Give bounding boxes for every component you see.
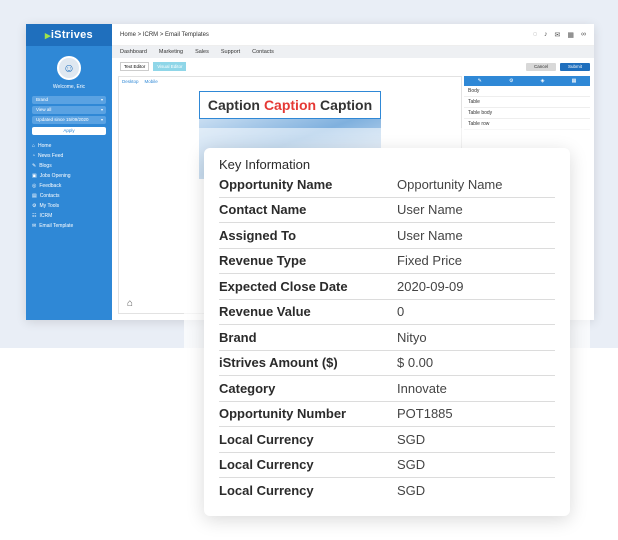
cancel-button[interactable]: Cancel [526,63,556,71]
calendar-icon[interactable]: ▦ [567,31,574,39]
nav-item-tools[interactable]: ⚙ My Tools [26,201,112,211]
nav-item-news[interactable]: ◔ News Feed [26,151,112,161]
date-select[interactable]: Updated since 15/09/2020 [32,116,106,124]
mode-mobile[interactable]: Mobile [145,79,158,84]
briefcase-icon: ▣ [32,173,37,179]
info-value: Opportunity Name [397,176,503,192]
info-value: 2020-09-09 [397,278,464,294]
info-label: Category [219,380,276,396]
info-row: Brand Nityo [219,325,555,351]
nav-item-jobs[interactable]: ▣ Jobs Opening [26,171,112,181]
info-label: Assigned To [219,227,297,243]
menu-marketing[interactable]: Marketing [159,49,183,55]
info-label: Revenue Type [219,253,307,269]
info-label: Local Currency [219,483,314,499]
caption-heading[interactable]: Caption Caption Caption [199,91,381,119]
info-row: Contact Name User Name [219,198,555,223]
info-value: POT1885 [397,406,453,422]
mode-desktop[interactable]: Desktop [122,79,139,84]
card-title: Key Information [219,157,311,172]
contacts-icon: ▤ [32,193,37,199]
info-row: Assigned To User Name [219,223,555,249]
home-icon: ⌂ [32,143,36,149]
info-label: Revenue Value [219,304,311,320]
paint-icon[interactable]: ✎ [478,78,482,84]
info-value: Nityo [397,329,427,345]
sidebar: ▸iStrives ☺ Welcome, Eric Brand View all… [26,24,112,320]
info-value: Fixed Price [397,253,463,269]
nav-item-home[interactable]: ⌂ Home [26,141,112,151]
info-label: Brand [219,329,257,345]
info-row: Revenue Type Fixed Price [219,249,555,274]
brand-logo[interactable]: ▸ iStrives [26,24,112,46]
email-icon: ✉ [32,223,37,229]
nav-item-blogs[interactable]: ✎ Blogs [26,161,112,171]
submit-button[interactable]: Submit [560,63,590,71]
info-value: Innovate [397,380,447,396]
nav-item-email-template[interactable]: ✉ Email Template [26,221,112,231]
key-information-card: Key Information Opportunity Name Opportun… [204,148,570,516]
info-row: Local Currency SGD [219,478,555,504]
nav-item-icrm[interactable]: ☷ ICRM [26,211,112,221]
bell-icon[interactable]: ♪ [544,31,548,39]
mail-icon[interactable]: ✉ [555,31,561,39]
editor-tabs: Text Editor Visual Editor [112,61,594,71]
info-value: 0 [397,304,405,320]
brand-select[interactable]: Brand [32,96,106,104]
view-select[interactable]: View all [32,106,106,114]
info-label: Opportunity Name [219,176,333,192]
topbar: Home > ICRM > Email Templates ◌ ♪ ✉ ▦ ∞ [112,24,594,46]
info-label: Opportunity Number [219,406,347,422]
menu-dashboard[interactable]: Dashboard [120,49,147,55]
chat-icon[interactable]: ◌ [533,31,537,39]
menu-support[interactable]: Support [221,49,240,55]
info-label: Local Currency [219,431,314,447]
welcome-text: Welcome, Eric [52,84,86,90]
breadcrumb: Home > ICRM > Email Templates [120,31,209,38]
layers-icon[interactable]: ◈ [541,78,545,84]
info-row: Opportunity Number POT1885 [219,402,555,427]
info-row: Local Currency SGD [219,427,555,453]
tree-item[interactable]: Body [464,86,590,97]
home-icon[interactable]: ⌂ [127,298,133,309]
info-row: Revenue Value 0 [219,300,555,325]
info-value: SGD [397,431,426,447]
crm-icon: ☷ [32,213,37,219]
info-label: Contact Name [219,202,307,218]
menubar: Dashboard Marketing Sales Support Contac… [112,46,594,58]
info-label: Local Currency [219,457,314,473]
info-value: User Name [397,227,463,243]
menu-sales[interactable]: Sales [195,49,209,55]
settings-icon[interactable]: ⚙ [509,78,513,84]
tab-text-editor[interactable]: Text Editor [120,61,150,71]
feedback-icon: ◎ [32,183,37,189]
nav-item-feedback[interactable]: ◎ Feedback [26,181,112,191]
apply-button[interactable]: Apply [32,127,106,135]
nav-item-contacts[interactable]: ▤ Contacts [26,191,112,201]
info-value: SGD [397,483,426,499]
info-label: Expected Close Date [219,278,348,294]
tools-icon: ⚙ [32,203,37,209]
layer-panel-header: ✎ ⚙ ◈ ▦ [464,76,590,86]
blog-icon: ✎ [32,163,37,169]
info-row: Opportunity Name Opportunity Name [219,172,555,198]
info-value: User Name [397,202,463,218]
info-value: $ 0.00 [397,355,434,371]
menu-contacts[interactable]: Contacts [252,49,274,55]
info-value: SGD [397,457,426,473]
info-row: Expected Close Date 2020-09-09 [219,274,555,300]
blocks-icon[interactable]: ▦ [572,78,577,84]
tree-item[interactable]: Table [464,97,590,108]
info-rows: Opportunity Name Opportunity Name Contact … [219,172,555,504]
news-icon: ◔ [32,153,36,159]
info-label: iStrives Amount ($) [219,355,338,371]
tab-visual-editor[interactable]: Visual Editor [153,61,187,71]
link-icon[interactable]: ∞ [581,31,586,39]
info-row: iStrives Amount ($) $ 0.00 [219,351,555,376]
editor-toolbar: Desktop Mobile [119,77,461,86]
avatar[interactable]: ☺ [57,56,81,80]
info-row: Category Innovate [219,376,555,402]
info-row: Local Currency SGD [219,453,555,478]
tree-item[interactable]: Table body [464,108,590,119]
